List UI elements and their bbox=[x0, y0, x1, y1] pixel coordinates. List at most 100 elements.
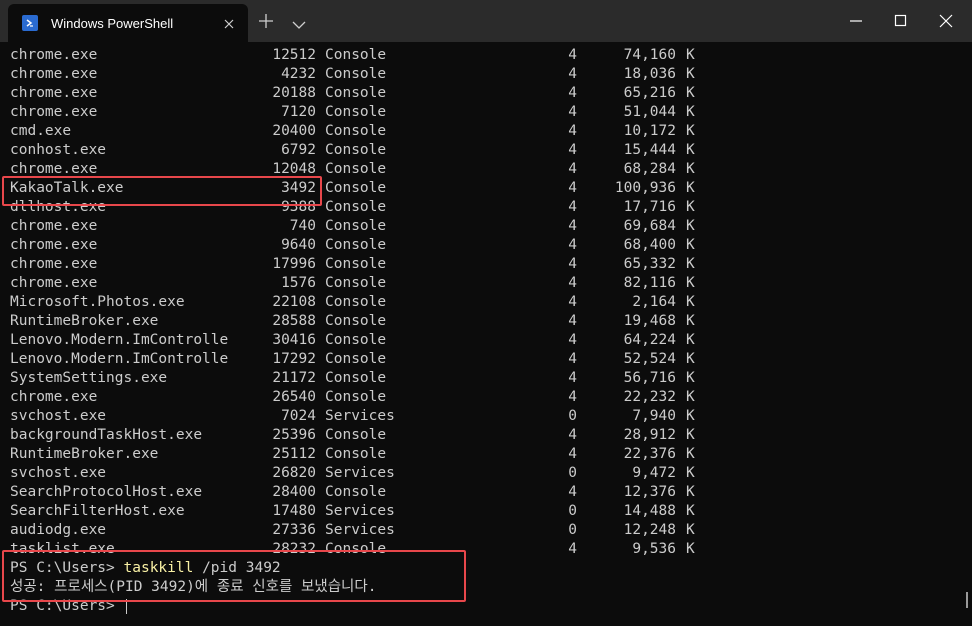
process-name: RuntimeBroker.exe bbox=[10, 313, 159, 329]
session-number: 4 bbox=[568, 541, 577, 557]
process-pid: 7120 bbox=[281, 104, 316, 120]
mem-usage: 56,716 bbox=[623, 370, 676, 386]
maximize-icon[interactable] bbox=[893, 13, 909, 29]
mem-unit: K bbox=[686, 522, 695, 538]
session-name: Console bbox=[325, 142, 387, 158]
session-number: 0 bbox=[568, 522, 577, 538]
session-name: Console bbox=[325, 427, 387, 443]
process-name: chrome.exe bbox=[10, 104, 98, 120]
process-row: svchost.exe 26820 Services 0 9,472 K bbox=[10, 464, 960, 483]
session-number: 0 bbox=[568, 408, 577, 424]
mem-usage: 10,172 bbox=[623, 123, 676, 139]
mem-usage: 22,376 bbox=[623, 446, 676, 462]
mem-unit: K bbox=[686, 294, 695, 310]
process-pid: 7024 bbox=[281, 408, 316, 424]
session-number: 4 bbox=[568, 218, 577, 234]
process-pid: 6792 bbox=[281, 142, 316, 158]
mem-usage: 15,444 bbox=[623, 142, 676, 158]
session-name: Console bbox=[325, 370, 387, 386]
session-number: 4 bbox=[568, 389, 577, 405]
process-row: backgroundTaskHost.exe 25396 Console 4 28,91… bbox=[10, 426, 960, 445]
mem-usage: 64,224 bbox=[623, 332, 676, 348]
session-number: 4 bbox=[568, 142, 577, 158]
process-name: chrome.exe bbox=[10, 389, 98, 405]
process-row: RuntimeBroker.exe 25112 Console 4 22,376 K bbox=[10, 445, 960, 464]
tab-powershell[interactable]: Windows PowerShell bbox=[8, 4, 248, 42]
mem-usage: 82,116 bbox=[623, 275, 676, 291]
session-name: Console bbox=[325, 484, 387, 500]
process-row: Microsoft.Photos.exe 22108 Console 4 2,164 K bbox=[10, 293, 960, 312]
process-row: chrome.exe 17996 Console 4 65,332 K bbox=[10, 255, 960, 274]
process-name: conhost.exe bbox=[10, 142, 107, 158]
mem-unit: K bbox=[686, 180, 695, 196]
process-name: Microsoft.Photos.exe bbox=[10, 294, 185, 310]
mem-unit: K bbox=[686, 484, 695, 500]
session-name: Console bbox=[325, 446, 387, 462]
session-name: Console bbox=[325, 123, 387, 139]
session-number: 4 bbox=[568, 161, 577, 177]
process-name: cmd.exe bbox=[10, 123, 72, 139]
process-pid: 26820 bbox=[272, 465, 316, 481]
process-pid: 21172 bbox=[272, 370, 316, 386]
session-name: Services bbox=[325, 503, 395, 519]
process-row: chrome.exe 20188 Console 4 65,216 K bbox=[10, 84, 960, 103]
mem-usage: 65,332 bbox=[623, 256, 676, 272]
process-name: chrome.exe bbox=[10, 275, 98, 291]
process-pid: 4232 bbox=[281, 66, 316, 82]
mem-unit: K bbox=[686, 351, 695, 367]
session-number: 4 bbox=[568, 370, 577, 386]
session-number: 4 bbox=[568, 275, 577, 291]
mem-usage: 68,400 bbox=[623, 237, 676, 253]
process-list: chrome.exe 12512 Console 4 74,160 Kchrome.exe… bbox=[10, 46, 960, 559]
session-name: Console bbox=[325, 332, 387, 348]
session-number: 4 bbox=[568, 332, 577, 348]
scrollbar[interactable] bbox=[966, 592, 968, 608]
mem-unit: K bbox=[686, 218, 695, 234]
mem-unit: K bbox=[686, 541, 695, 557]
session-name: Console bbox=[325, 294, 387, 310]
session-number: 4 bbox=[568, 47, 577, 63]
process-pid: 17292 bbox=[272, 351, 316, 367]
session-number: 4 bbox=[568, 237, 577, 253]
process-pid: 17996 bbox=[272, 256, 316, 272]
session-number: 4 bbox=[568, 484, 577, 500]
process-name: Lenovo.Modern.ImControlle bbox=[10, 332, 229, 348]
close-window-icon[interactable] bbox=[938, 13, 954, 29]
process-name: SearchFilterHost.exe bbox=[10, 503, 185, 519]
mem-usage: 18,036 bbox=[623, 66, 676, 82]
close-tab-icon[interactable] bbox=[222, 16, 236, 30]
mem-usage: 52,524 bbox=[623, 351, 676, 367]
process-row: chrome.exe 1576 Console 4 82,116 K bbox=[10, 274, 960, 293]
mem-unit: K bbox=[686, 66, 695, 82]
mem-unit: K bbox=[686, 313, 695, 329]
chevron-down-icon[interactable] bbox=[292, 15, 306, 29]
mem-usage: 12,248 bbox=[623, 522, 676, 538]
process-name: chrome.exe bbox=[10, 47, 98, 63]
process-row: RuntimeBroker.exe 28588 Console 4 19,468 K bbox=[10, 312, 960, 331]
process-row: chrome.exe 4232 Console 4 18,036 K bbox=[10, 65, 960, 84]
process-name: SearchProtocolHost.exe bbox=[10, 484, 203, 500]
mem-unit: K bbox=[686, 389, 695, 405]
mem-unit: K bbox=[686, 408, 695, 424]
process-pid: 17480 bbox=[272, 503, 316, 519]
session-number: 4 bbox=[568, 446, 577, 462]
session-number: 4 bbox=[568, 351, 577, 367]
session-name: Console bbox=[325, 237, 387, 253]
terminal-output[interactable]: chrome.exe 12512 Console 4 74,160 Kchrome.exe… bbox=[10, 46, 960, 620]
process-name: chrome.exe bbox=[10, 237, 98, 253]
process-pid: 22108 bbox=[272, 294, 316, 310]
session-name: Services bbox=[325, 522, 395, 538]
session-name: Console bbox=[325, 104, 387, 120]
mem-usage: 14,488 bbox=[623, 503, 676, 519]
highlight-box-command bbox=[2, 550, 466, 602]
new-tab-icon[interactable] bbox=[258, 13, 274, 29]
process-row: svchost.exe 7024 Services 0 7,940 K bbox=[10, 407, 960, 426]
session-name: Console bbox=[325, 275, 387, 291]
process-row: Lenovo.Modern.ImControlle 17292 Console 4 52… bbox=[10, 350, 960, 369]
session-name: Console bbox=[325, 351, 387, 367]
mem-unit: K bbox=[686, 85, 695, 101]
mem-usage: 9,536 bbox=[632, 541, 676, 557]
tab-title: Windows PowerShell bbox=[51, 15, 174, 31]
process-name: svchost.exe bbox=[10, 465, 107, 481]
minimize-icon[interactable] bbox=[848, 13, 864, 29]
